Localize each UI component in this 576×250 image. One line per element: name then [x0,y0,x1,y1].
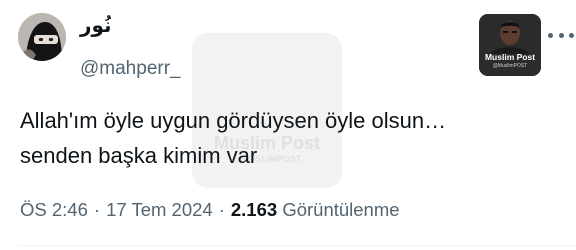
views-label[interactable]: Görüntülenme [282,199,399,220]
more-horizontal-icon [558,32,564,38]
author-handle[interactable]: @mahperr_ [80,58,181,80]
more-options-button[interactable] [548,28,574,42]
avatar-photo-icon [18,13,66,61]
tweet-card: نُور @mahperr_ Muslim Post @MUSLIMPOST M… [0,0,576,250]
badge-subtitle: @MuslimPOST [492,63,528,69]
more-horizontal-icon [548,32,553,38]
author-avatar[interactable] [18,13,66,61]
tweet-text-line: senden başka kimim var [20,143,258,168]
tweet-text: Allah'ım öyle uygun gördüysen öyle olsun… [20,103,560,173]
views-count[interactable]: 2.163 [231,199,277,220]
badge-title: Muslim Post [484,52,536,62]
tweet-text-line: Allah'ım öyle uygun gördüysen öyle olsun… [20,108,447,133]
meta-separator: · [218,199,225,220]
tweet-metadata: ÖS 2:46 · 17 Tem 2024 · 2.163 Görüntülenme [20,198,400,222]
tweet-time[interactable]: ÖS 2:46 [20,199,88,220]
tweet-date[interactable]: 17 Tem 2024 [106,199,213,220]
divider [18,245,576,246]
meta-separator: · [93,199,101,220]
more-horizontal-icon [569,32,574,38]
author-display-name[interactable]: نُور [80,13,112,37]
muslim-post-badge: Muslim Post @MuslimPOST [479,14,541,76]
